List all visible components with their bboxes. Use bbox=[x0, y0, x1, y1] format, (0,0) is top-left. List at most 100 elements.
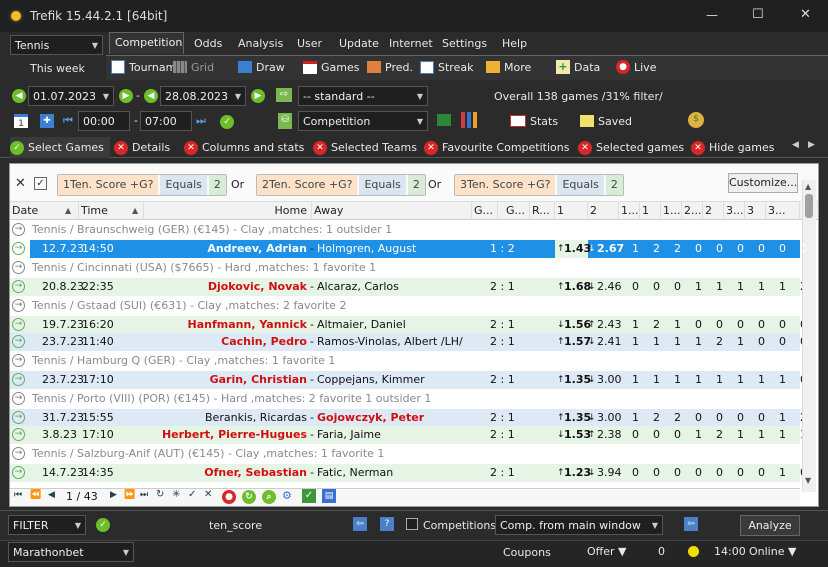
col-s6[interactable]: 3... bbox=[724, 202, 745, 220]
menu-help[interactable]: Help bbox=[502, 37, 527, 50]
table-row[interactable]: → 31.7.23 15:55 Berankis, Ricardas - Gojowczy… bbox=[10, 409, 807, 427]
competition-source-select[interactable]: Comp. from main window ▼ bbox=[495, 515, 663, 535]
menu-update[interactable]: Update bbox=[339, 37, 379, 50]
close-button[interactable]: ✕ bbox=[800, 7, 811, 22]
standard-select[interactable]: -- standard -- ▼ bbox=[298, 86, 428, 106]
help-icon[interactable]: ? bbox=[380, 517, 394, 531]
group-row[interactable]: → Tennis / Porto (VIII) (POR) (€145) - Ha… bbox=[10, 390, 800, 408]
tab-hide-games[interactable]: ✕ Hide games bbox=[691, 137, 775, 158]
expand-icon[interactable]: ✚ bbox=[40, 114, 54, 128]
col-r[interactable]: R... bbox=[530, 202, 555, 220]
filter-1[interactable]: 1Ten. Score +G? Equals 2 bbox=[57, 174, 227, 196]
col-home[interactable]: Home bbox=[144, 202, 312, 220]
scroll-down-icon[interactable]: ▼ bbox=[805, 476, 811, 485]
col-s1[interactable]: 1... bbox=[619, 202, 640, 220]
date-from-field[interactable]: 01.07.2023 ▼ bbox=[28, 86, 114, 106]
money-icon[interactable]: $ bbox=[688, 112, 704, 128]
menu-competition[interactable]: Competition bbox=[109, 32, 184, 54]
tab-details[interactable]: ✕ Details bbox=[114, 137, 170, 158]
tab-scroll-left-icon[interactable]: ◀ bbox=[792, 140, 799, 150]
offer-menu[interactable]: Offer ▼ bbox=[587, 545, 626, 558]
tab-columns-stats[interactable]: ✕ Columns and stats bbox=[184, 137, 304, 158]
col-s3[interactable]: 1... bbox=[661, 202, 682, 220]
saved-button[interactable]: Saved bbox=[580, 111, 632, 131]
group-row[interactable]: → Tennis / Gstaad (SUI) (€631) - Clay ,ma… bbox=[10, 297, 800, 315]
group-row[interactable]: → Tennis / Salzburg-Anif (AUT) (€145) - C… bbox=[10, 445, 800, 463]
tab-selected-games[interactable]: ✕ Selected games bbox=[578, 137, 684, 158]
refresh-icon[interactable]: ↻ bbox=[156, 489, 164, 500]
confirm-time-icon[interactable]: ✓ bbox=[220, 115, 234, 129]
last-page-icon[interactable]: ⏭ bbox=[140, 490, 148, 500]
live-button[interactable]: ● Live bbox=[616, 57, 656, 77]
export-arrow-icon[interactable]: ⇦ bbox=[684, 517, 698, 531]
table-row[interactable]: → 12.7.23 14:50 Andreev, Adrian - Holmgren, A… bbox=[10, 240, 807, 258]
filter-select[interactable]: FILTER ▼ bbox=[8, 515, 86, 535]
grid-button[interactable]: Grid bbox=[173, 57, 214, 77]
group-row[interactable]: → Tennis / Braunschweig (GER) (€145) - Cl… bbox=[10, 221, 800, 239]
table-row[interactable]: → 19.7.23 16:20 Hanfmann, Yannick - Altmaier,… bbox=[10, 316, 807, 334]
more-button[interactable]: More bbox=[486, 57, 531, 77]
tab-favourite-competitions[interactable]: ✕ Favourite Competitions bbox=[424, 137, 569, 158]
date-to-field[interactable]: 28.08.2023 ▼ bbox=[160, 86, 246, 106]
table-row[interactable]: → 20.8.23 22:35 Djokovic, Novak - Alcaraz, Ca… bbox=[10, 278, 807, 296]
bar-chart-icon[interactable] bbox=[461, 112, 477, 128]
scroll-up-icon[interactable]: ▲ bbox=[805, 182, 811, 191]
next-page-icon[interactable]: ▶ bbox=[110, 490, 117, 500]
filter-3[interactable]: 3Ten. Score +G? Equals 2 bbox=[454, 174, 624, 196]
row-expand-icon[interactable]: → bbox=[12, 354, 25, 367]
minimize-button[interactable]: — bbox=[706, 8, 718, 22]
customize-button[interactable]: Customize... bbox=[728, 173, 798, 193]
calendar-day-icon[interactable]: 1 bbox=[14, 114, 28, 129]
row-expand-icon[interactable]: → bbox=[12, 392, 25, 405]
menu-odds[interactable]: Odds bbox=[194, 37, 222, 50]
time-from-field[interactable]: 00:00 bbox=[78, 111, 130, 131]
table-row[interactable]: → 3.8.23 17:10 Herbert, Pierre-Hugues - Faria… bbox=[10, 426, 807, 444]
tournament-button[interactable]: Tournam bbox=[111, 57, 176, 77]
last-icon[interactable]: ⏭ bbox=[196, 114, 206, 128]
col-g2[interactable]: G... bbox=[504, 202, 530, 220]
table-row[interactable]: → 23.7.23 17:10 Garin, Christian - Coppejans,… bbox=[10, 371, 807, 389]
export-icon[interactable]: ▤ bbox=[322, 489, 336, 503]
tab-select-games[interactable]: ✓ Select Games bbox=[10, 137, 110, 158]
this-week-button[interactable]: This week bbox=[30, 62, 85, 75]
next-date-icon[interactable]: ▶ bbox=[119, 89, 133, 103]
col-s2[interactable]: 1 bbox=[640, 202, 661, 220]
filter-2[interactable]: 2Ten. Score +G? Equals 2 bbox=[256, 174, 426, 196]
streak-button[interactable]: Streak bbox=[420, 57, 473, 77]
col-odd1[interactable]: 1 bbox=[555, 202, 588, 220]
prev-date-to-icon[interactable]: ◀ bbox=[144, 89, 158, 103]
sheet-icon[interactable] bbox=[437, 114, 451, 126]
competition-select[interactable]: Competition ▼ bbox=[298, 111, 428, 131]
sport-select[interactable]: Tennis ▼ bbox=[10, 35, 103, 55]
next-date-to-icon[interactable]: ▶ bbox=[251, 89, 265, 103]
confirm-green-icon[interactable]: ✓ bbox=[302, 489, 316, 503]
prev-page-fast-icon[interactable]: ⏪ bbox=[30, 490, 41, 500]
col-g1[interactable]: G... bbox=[472, 202, 498, 220]
first-icon[interactable]: ⏮ bbox=[63, 114, 73, 128]
first-page-icon[interactable]: ⏮ bbox=[14, 490, 22, 500]
row-expand-icon[interactable]: → bbox=[12, 299, 25, 312]
col-odd2[interactable]: 2 bbox=[588, 202, 619, 220]
group-row[interactable]: → Tennis / Cincinnati (USA) ($7665) - Har… bbox=[10, 259, 800, 277]
reload-green-icon[interactable]: ↻ bbox=[242, 490, 256, 504]
vertical-scrollbar[interactable] bbox=[802, 180, 816, 492]
table-row[interactable]: → 14.7.23 14:35 Ofner, Sebastian - Fatic, Ner… bbox=[10, 464, 807, 482]
row-expand-icon[interactable]: → bbox=[12, 261, 25, 274]
asterisk-icon[interactable]: ✳ bbox=[172, 489, 180, 500]
menu-internet[interactable]: Internet bbox=[389, 37, 433, 50]
col-s5[interactable]: 2 bbox=[703, 202, 724, 220]
col-away[interactable]: Away bbox=[312, 202, 472, 220]
data-button[interactable]: + Data bbox=[556, 57, 600, 77]
next-page-fast-icon[interactable]: ⏩ bbox=[124, 490, 135, 500]
clear-filter-icon[interactable]: ✕ bbox=[15, 176, 26, 191]
row-expand-icon[interactable]: → bbox=[12, 447, 25, 460]
col-s8[interactable]: 3... bbox=[766, 202, 800, 220]
import-icon[interactable]: ⇦ bbox=[353, 517, 367, 531]
stop-icon[interactable]: ● bbox=[222, 490, 236, 504]
menu-settings[interactable]: Settings bbox=[442, 37, 487, 50]
draw-button[interactable]: Draw bbox=[238, 57, 285, 77]
cancel-page-icon[interactable]: ✕ bbox=[204, 489, 212, 500]
coupons-button[interactable]: Coupons bbox=[503, 546, 551, 559]
games-button[interactable]: Games bbox=[303, 57, 359, 77]
filter-checkbox[interactable]: ✓ bbox=[34, 177, 47, 190]
